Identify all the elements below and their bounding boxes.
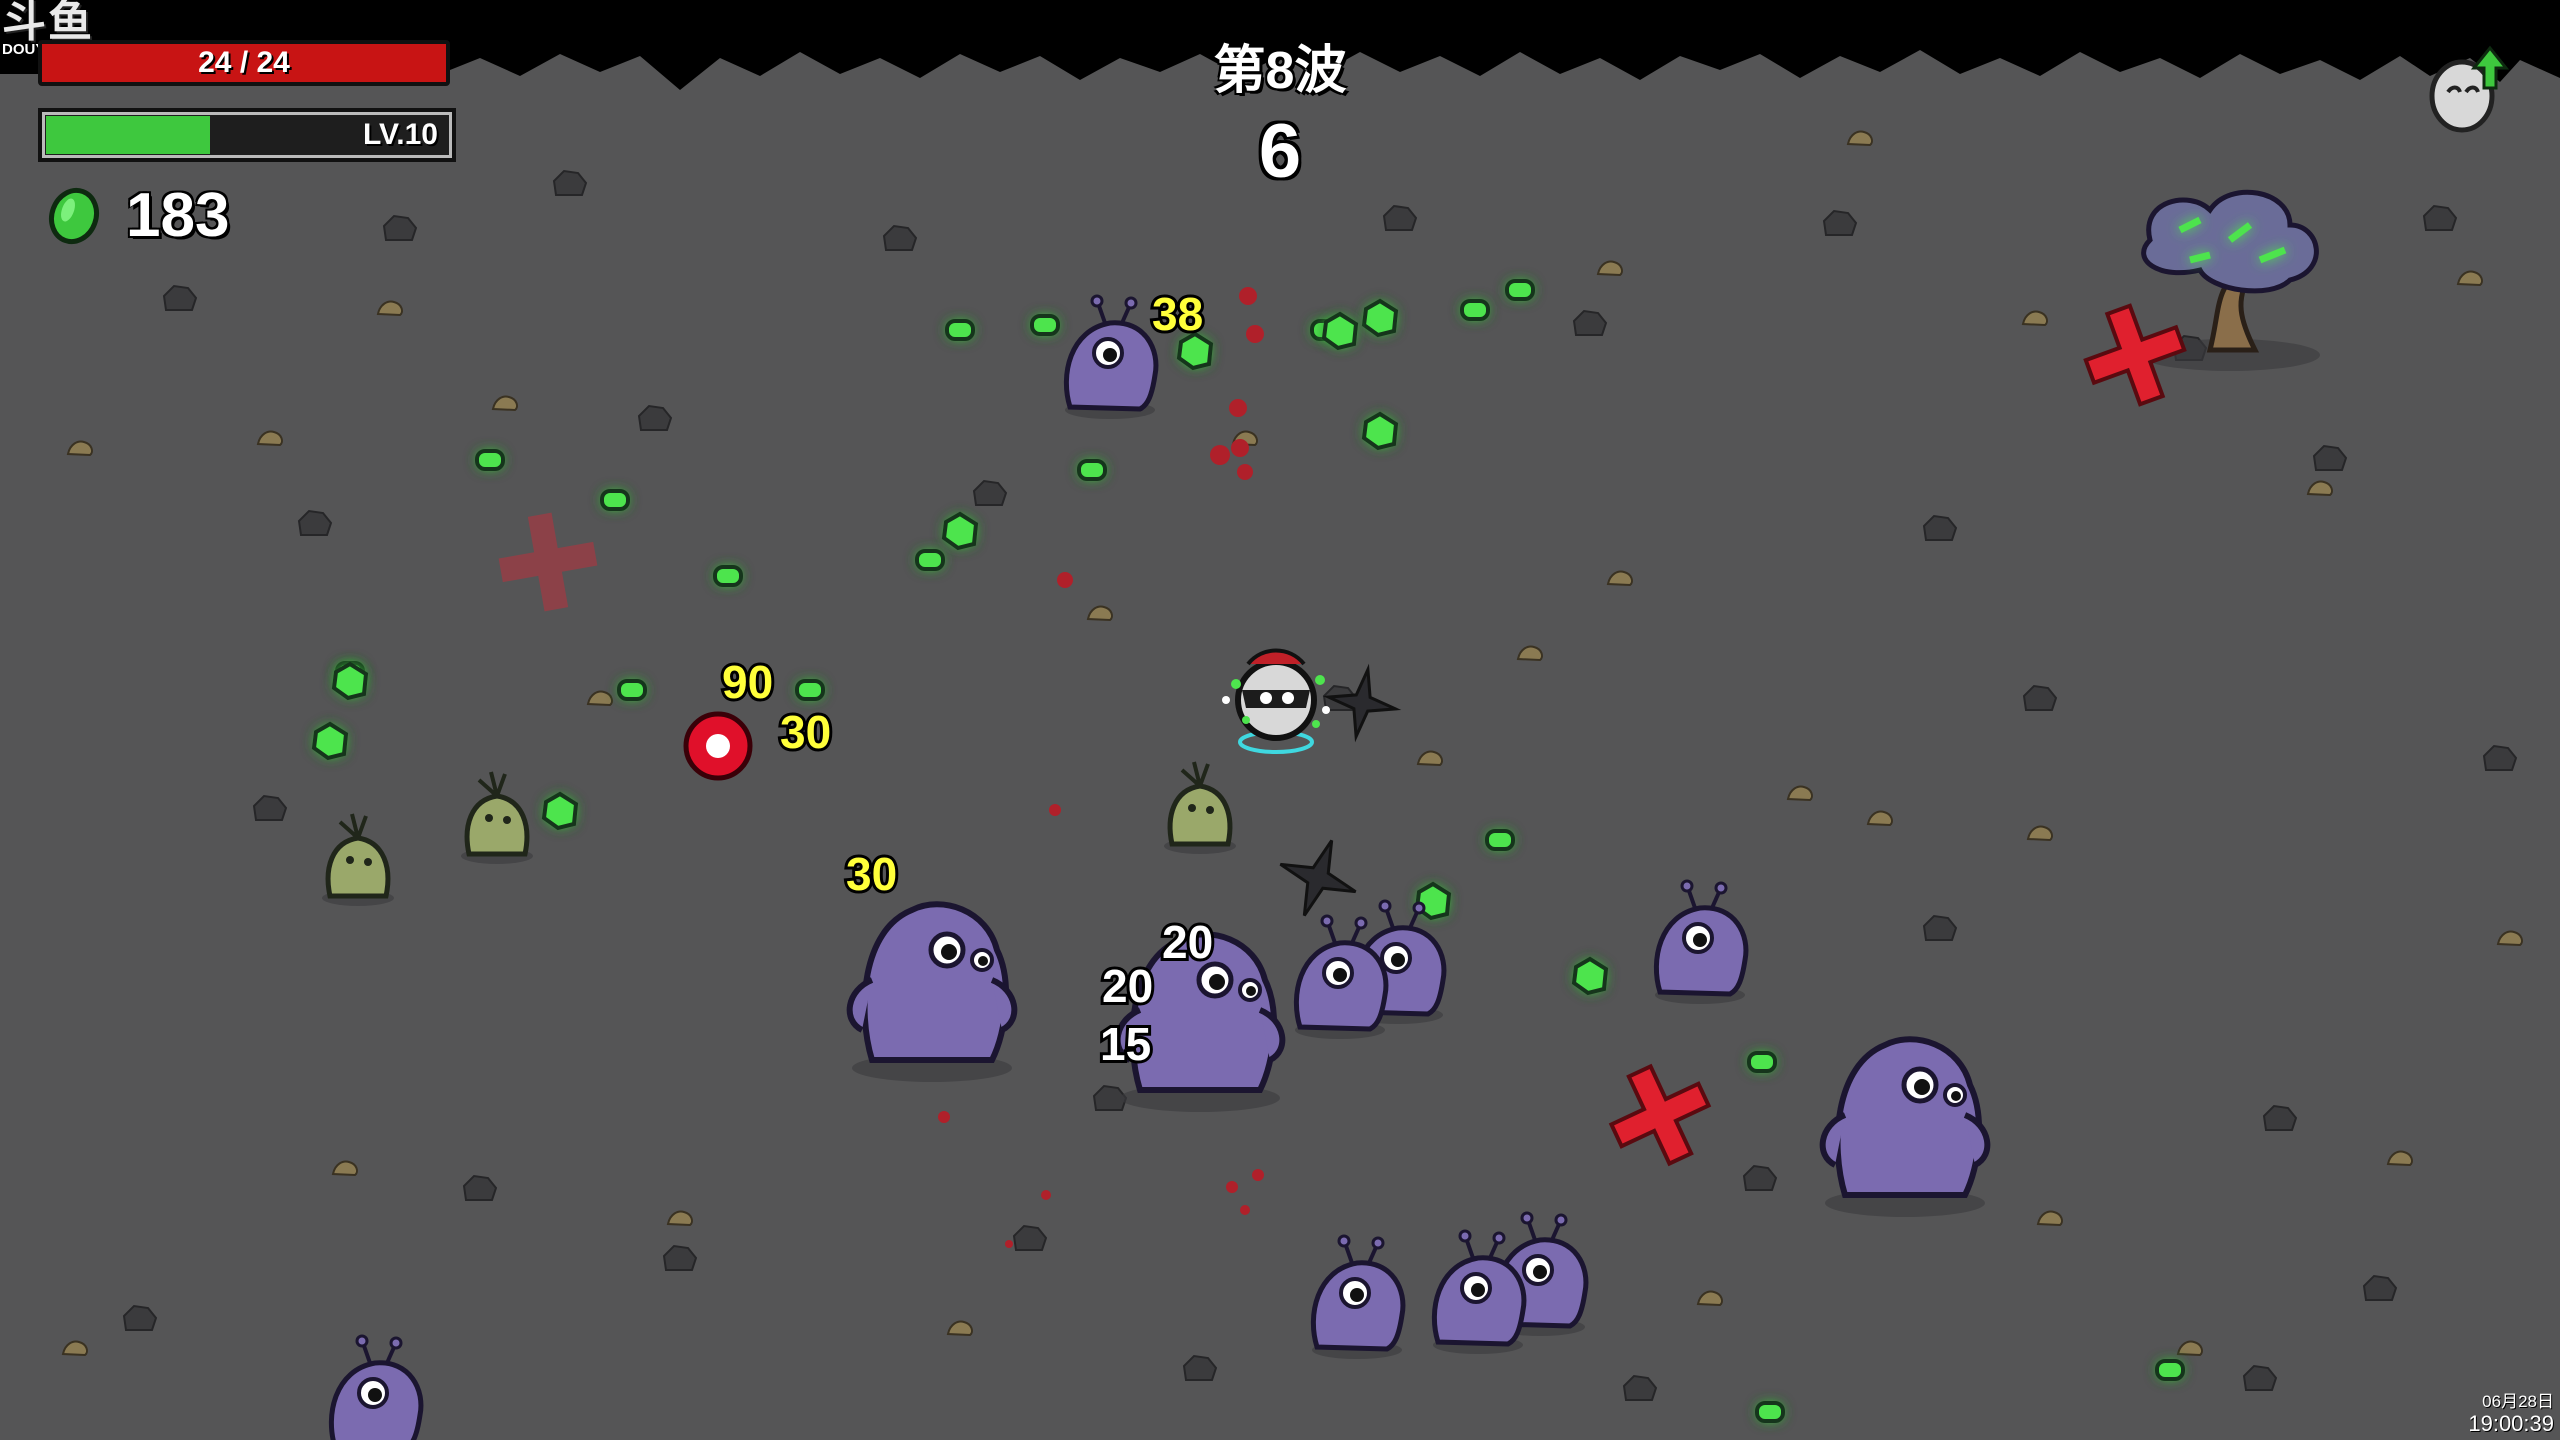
clock-date: 06月28日 bbox=[2482, 1392, 2554, 1412]
game-arena: 38 90 30 30 20 20 15 bbox=[0, 0, 2560, 1440]
shuriken-projectile bbox=[1279, 839, 1357, 917]
tree-baby-enemy bbox=[1164, 762, 1236, 854]
damage-number: 15 bbox=[1100, 1018, 1151, 1070]
damage-number: 20 bbox=[1102, 960, 1153, 1012]
damage-number: 30 bbox=[780, 706, 831, 758]
material-counter: 183 bbox=[44, 180, 229, 251]
damage-number: 20 bbox=[1162, 916, 1213, 968]
damage-number: 90 bbox=[722, 656, 773, 708]
tree-baby-enemy bbox=[461, 772, 533, 864]
alien-enemy bbox=[1295, 916, 1386, 1039]
stream-clock: 06月28日 19:00:39 bbox=[2468, 1392, 2554, 1436]
clock-time: 19:00:39 bbox=[2468, 1410, 2554, 1436]
experience-bar-fill bbox=[46, 116, 211, 154]
level-text: LV.10 bbox=[362, 118, 438, 151]
enemy-projectile bbox=[683, 711, 753, 781]
material-count: 183 bbox=[126, 181, 230, 250]
damage-number: 30 bbox=[846, 848, 897, 900]
wave-title: 第8波 bbox=[1213, 42, 1347, 100]
bruiser-enemy bbox=[1823, 1039, 1988, 1217]
alien-enemy bbox=[1655, 881, 1746, 1004]
bruiser-enemy bbox=[850, 904, 1015, 1082]
tree-baby-enemy bbox=[322, 814, 394, 906]
spawn-marker-faded bbox=[498, 512, 598, 612]
alien-enemy bbox=[1312, 1236, 1403, 1359]
player-character bbox=[1222, 648, 1330, 754]
health-text: 24 / 24 bbox=[198, 46, 290, 79]
levelup-egg-icon bbox=[2420, 40, 2516, 136]
experience-bar: LV.10 bbox=[38, 108, 456, 162]
ground-pebbles bbox=[62, 130, 2523, 1356]
damage-number: 38 bbox=[1152, 288, 1203, 340]
watermark-logo: 斗鱼 bbox=[2, 0, 94, 46]
alien-enemy bbox=[1433, 1231, 1524, 1354]
spawn-marker bbox=[1608, 1063, 1712, 1167]
alien-enemy bbox=[330, 1336, 421, 1440]
wave-timer: 6 bbox=[1258, 109, 1302, 194]
material-icon bbox=[48, 187, 100, 244]
health-bar: 24 / 24 bbox=[38, 40, 450, 86]
alien-enemy bbox=[1065, 296, 1156, 419]
material-drops bbox=[314, 281, 2183, 1421]
